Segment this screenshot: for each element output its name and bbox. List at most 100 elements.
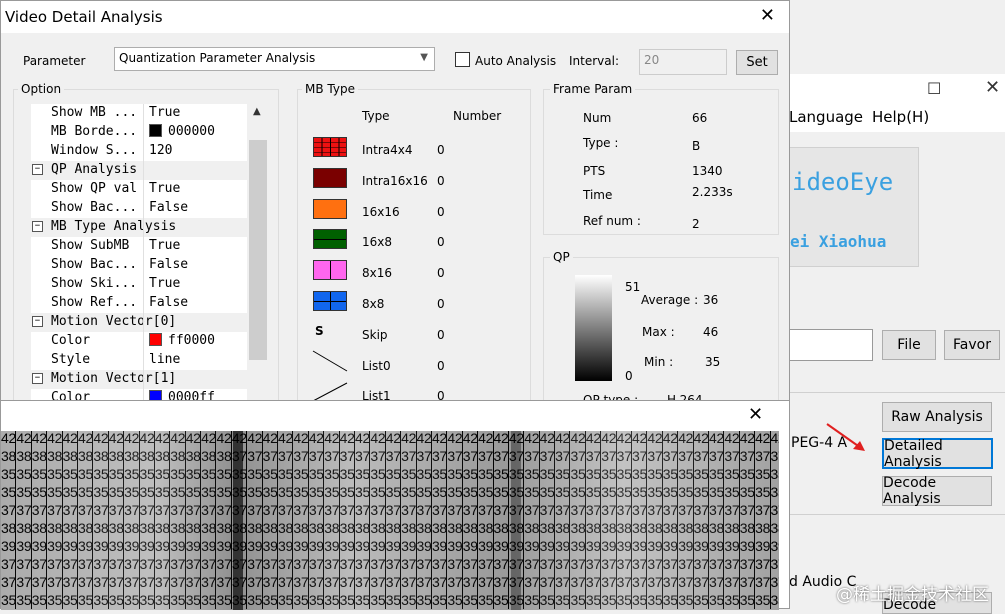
option-row[interactable]: Style line: [31, 351, 247, 370]
qp-cell: 37: [262, 573, 279, 591]
qp-cell: 42: [278, 431, 294, 447]
close-icon[interactable]: ✕: [985, 77, 1000, 98]
option-scrollbar[interactable]: ▲: [249, 104, 267, 360]
qp-cell: 35: [739, 591, 756, 609]
qp-cell: 37: [154, 573, 171, 591]
decode-analysis-button[interactable]: Decode Analysis: [882, 475, 992, 507]
qp-cell: 38: [293, 519, 309, 537]
frame-edge: [233, 431, 243, 610]
collapse-icon[interactable]: −: [32, 164, 43, 175]
qp-cell: 37: [324, 573, 340, 591]
option-row[interactable]: Show Ref... False: [31, 294, 247, 313]
url-input[interactable]: [789, 329, 873, 361]
option-category[interactable]: − MB Type Analysis: [31, 218, 247, 237]
scroll-up-icon[interactable]: ▲: [253, 106, 261, 117]
qp-cell: 37: [462, 555, 479, 573]
qp-cell: 35: [616, 465, 633, 483]
option-category[interactable]: − QP Analysis: [31, 161, 247, 180]
option-category[interactable]: − Motion Vector[0]: [31, 313, 247, 332]
qp-cell: 39: [539, 537, 556, 555]
option-value[interactable]: True: [149, 238, 180, 253]
qp-cell: 37: [570, 501, 586, 519]
option-row[interactable]: MB Borde... 000000: [31, 123, 247, 142]
close-icon[interactable]: ✕: [760, 5, 775, 26]
qp-cell: 37: [370, 447, 386, 465]
qp-cell: 37: [755, 555, 771, 573]
option-row[interactable]: Show SubMB True: [31, 237, 247, 256]
qp-cell: 37: [108, 555, 125, 573]
option-row[interactable]: Color 0000ff: [31, 389, 247, 400]
option-property-grid[interactable]: Show MB ... True MB Borde... 000000 Window S…: [31, 104, 247, 400]
qp-cell: 38: [62, 519, 78, 537]
mbtype-label: 8x8: [362, 297, 385, 311]
qp-cell: 37: [139, 555, 155, 573]
qp-cell: 38: [139, 447, 155, 465]
qp-cell: 35: [308, 483, 325, 501]
qp-cell: 42: [1, 431, 17, 447]
qp-cell: 35: [354, 465, 371, 483]
option-value[interactable]: True: [149, 276, 180, 291]
set-button[interactable]: Set: [736, 50, 778, 75]
option-value[interactable]: True: [149, 181, 180, 196]
qp-cell: 42: [31, 431, 48, 447]
option-row[interactable]: Show Bac... False: [31, 256, 247, 275]
qp-cell: 35: [262, 591, 279, 609]
qp-cell: 35: [462, 591, 479, 609]
qp-cell: 35: [462, 465, 479, 483]
option-value[interactable]: 000000: [149, 124, 215, 139]
qp-cell: 42: [247, 431, 263, 447]
qp-cell: 39: [462, 537, 479, 555]
scrollbar-thumb[interactable]: [249, 140, 267, 360]
option-row[interactable]: Show Bac... False: [31, 199, 247, 218]
auto-analysis-checkbox[interactable]: [455, 52, 470, 67]
qp-cell: 37: [401, 555, 417, 573]
qp-cell: 35: [185, 483, 202, 501]
collapse-icon[interactable]: −: [32, 316, 43, 327]
option-value[interactable]: True: [149, 105, 180, 120]
parameter-select[interactable]: Quantization Parameter Analysis ▼: [114, 47, 435, 71]
qp-cell: 35: [662, 591, 679, 609]
qp-cell: 35: [755, 465, 771, 483]
option-value[interactable]: False: [149, 295, 188, 310]
collapse-icon[interactable]: −: [32, 221, 43, 232]
menu-help[interactable]: Help(H): [872, 108, 929, 126]
option-value[interactable]: line: [149, 352, 180, 367]
maximize-icon[interactable]: ☐: [927, 79, 941, 98]
menu-language[interactable]: Language: [789, 108, 863, 126]
qp-cell: 37: [416, 573, 432, 591]
qp-cell: 37: [708, 501, 725, 519]
option-row[interactable]: Show Ski... True: [31, 275, 247, 294]
option-value[interactable]: 120: [149, 143, 172, 158]
favor-button[interactable]: Favor: [944, 330, 1000, 360]
option-row[interactable]: Show QP val True: [31, 180, 247, 199]
qp-cell: 42: [416, 431, 432, 447]
collapse-icon[interactable]: −: [32, 373, 43, 384]
qp-cell: 35: [124, 483, 140, 501]
detailed-analysis-button[interactable]: Detailed Analysis: [882, 438, 993, 470]
qp-cell: 35: [462, 483, 479, 501]
option-value[interactable]: False: [149, 200, 188, 215]
qp-cell: 35: [262, 465, 279, 483]
raw-analysis-button[interactable]: Raw Analysis: [882, 402, 992, 432]
qp-cell: 37: [771, 447, 779, 465]
qp-cell: 42: [493, 431, 509, 447]
option-value[interactable]: ff0000: [149, 333, 215, 348]
interval-input[interactable]: 20: [639, 49, 727, 75]
option-row[interactable]: Show MB ... True: [31, 104, 247, 123]
qp-cell: 38: [262, 519, 279, 537]
qp-cell: 39: [154, 537, 171, 555]
option-category[interactable]: − Motion Vector[1]: [31, 370, 247, 389]
qp-cell: 37: [493, 555, 509, 573]
qp-cell: 35: [170, 465, 186, 483]
option-value[interactable]: False: [149, 257, 188, 272]
qp-cell: 37: [585, 447, 602, 465]
qp-cell: 35: [216, 591, 232, 609]
option-value[interactable]: 0000ff: [149, 390, 215, 400]
qp-cell: 37: [771, 573, 779, 591]
qp-cell: 42: [385, 431, 402, 447]
file-button[interactable]: File: [882, 330, 936, 360]
qp-cell: 37: [601, 501, 617, 519]
option-row[interactable]: Window S... 120: [31, 142, 247, 161]
close-icon[interactable]: ✕: [748, 404, 763, 425]
option-row[interactable]: Color ff0000: [31, 332, 247, 351]
